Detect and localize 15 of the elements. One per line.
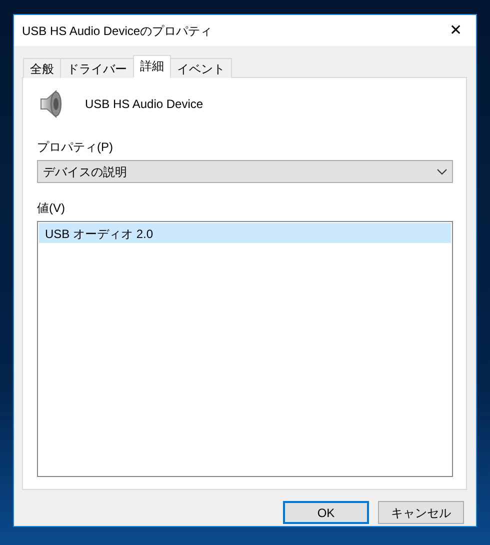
chevron-down-icon [437, 168, 447, 174]
device-name: USB HS Audio Device [85, 96, 204, 113]
list-item[interactable]: USB オーディオ 2.0 [39, 223, 451, 243]
tab[interactable]: イベント [170, 58, 232, 78]
close-button[interactable]: ✕ [436, 15, 476, 46]
property-label: プロパティ(P) [37, 139, 114, 156]
window-title: USB HS Audio Deviceのプロパティ [22, 22, 212, 40]
cancel-button[interactable]: キャンセル [378, 501, 464, 524]
property-dropdown[interactable]: デバイスの説明 [37, 160, 453, 183]
value-label: 値(V) [37, 200, 66, 217]
speaker-icon [39, 90, 63, 118]
tab[interactable]: 全般 [23, 58, 61, 78]
tab[interactable]: ドライバー [60, 58, 134, 78]
ok-button[interactable]: OK [283, 501, 369, 524]
tab[interactable]: 詳細 [133, 55, 171, 78]
